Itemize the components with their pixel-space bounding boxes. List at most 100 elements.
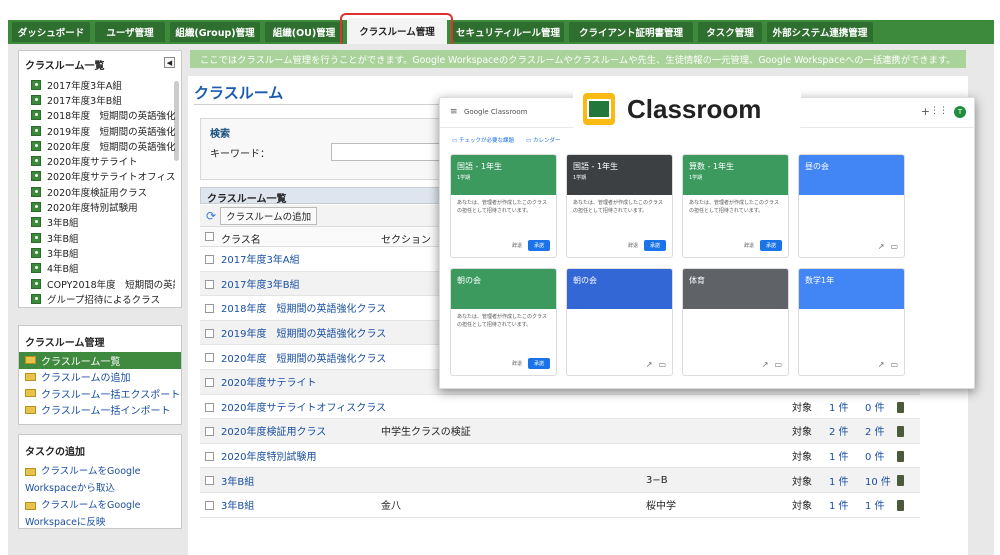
select-all-checkbox[interactable] [205, 232, 214, 241]
sidebar-class-item[interactable]: 3年B組 [23, 245, 175, 260]
class-card[interactable]: 朝の会 ↗ ▭ [566, 268, 673, 376]
edit-icon[interactable] [897, 500, 904, 511]
class-name-link[interactable]: 2020年度 短期間の英語強化クラス [221, 350, 386, 365]
class-name-link[interactable]: 3年B組 [221, 497, 254, 512]
tab-client-certificates[interactable]: クライアント証明書管理 [569, 22, 693, 42]
class-card[interactable]: 国語 - 1年生 1学期 あなたは、管理者が作成したこのクラスの担任として招待されて… [450, 154, 557, 258]
class-name-link[interactable]: 2019年度 短期間の英語強化クラス [221, 325, 386, 340]
task-import-link-cont[interactable]: Workspaceから取込 [25, 480, 179, 497]
edit-icon[interactable] [897, 450, 904, 462]
row-checkbox[interactable] [205, 304, 214, 314]
apps-grid-icon[interactable]: ⋮⋮ [930, 106, 948, 116]
tab-external-systems[interactable]: 外部システム連携管理 [767, 22, 873, 42]
class-name-link[interactable]: 2020年度特別試験用 [221, 448, 316, 463]
class-name-link[interactable]: 2020年度検証用クラス [221, 423, 326, 438]
mgmt-item[interactable]: クラスルーム一括エクスポート [19, 385, 181, 402]
accept-button[interactable]: 承諾 [759, 240, 782, 251]
teacher-count-link[interactable]: 1 件 [829, 497, 849, 512]
trending-icon[interactable]: ↗ [762, 360, 769, 369]
teacher-count-link[interactable]: 2 件 [829, 423, 849, 438]
task-export-link-cont[interactable]: Workspaceに反映 [25, 514, 179, 531]
col-name-header[interactable]: クラス名 [221, 231, 261, 246]
student-count-link[interactable]: 0 件 [865, 448, 885, 463]
tab-user-management[interactable]: ユーザ管理 [95, 22, 165, 42]
mgmt-item[interactable]: クラスルーム一括インポート [19, 402, 181, 419]
folder-icon[interactable]: ▭ [890, 360, 898, 369]
tab-dashboard[interactable]: ダッシュボード [12, 22, 90, 42]
accept-button[interactable]: 承諾 [527, 240, 550, 251]
todo-link[interactable]: ▭ チェックが必要な課題 [452, 136, 514, 144]
sidebar-class-item[interactable]: 3年B組 [23, 230, 175, 245]
tab-ou-management[interactable]: 組織(OU)管理 [265, 22, 343, 42]
table-row[interactable]: 3年B組 金八 桜中学 対象 1 件 1 件 [200, 493, 920, 518]
student-count-link[interactable]: 1 件 [865, 497, 885, 512]
trending-icon[interactable]: ↗ [878, 242, 885, 251]
calendar-link[interactable]: ▭ カレンダー [526, 136, 560, 144]
class-card[interactable]: 体育 ↗ ▭ [682, 268, 789, 376]
class-name-link[interactable]: 2018年度 短期間の英語強化クラス [221, 300, 386, 315]
tab-security-rules[interactable]: セキュリティルール管理 [452, 22, 564, 42]
sidebar-class-item[interactable]: 2020年度特別試験用 [23, 199, 175, 214]
class-name-link[interactable]: 2020年度サテライトオフィスクラス [221, 399, 386, 414]
col-section-header[interactable]: セクション [381, 231, 431, 246]
sidebar-class-item[interactable]: 3年B組 [23, 215, 175, 230]
class-name-link[interactable]: 2020年度サテライト [221, 374, 316, 389]
class-card[interactable]: 朝の会 あなたは、管理者が作成したこのクラスの担任として招待されています。 辞退 承諾 [450, 268, 557, 376]
decline-button[interactable]: 辞退 [512, 360, 522, 367]
sidebar-class-item[interactable]: 2017年度3年A組 [23, 77, 175, 92]
class-card-title[interactable]: 数学1年 [805, 275, 898, 286]
sidebar-class-item[interactable]: 2020年度サテライトオフィスクラ [23, 169, 175, 184]
edit-icon[interactable] [897, 401, 904, 413]
sidebar-class-item[interactable]: 2018年度 短期間の英語強化ク [23, 108, 175, 123]
class-name-link[interactable]: 2017年度3年A組 [221, 251, 300, 266]
mgmt-item[interactable]: クラスルームの追加 [19, 369, 181, 386]
decline-button[interactable]: 辞退 [512, 242, 522, 249]
class-card[interactable]: 算数 - 1年生 1学期 あなたは、管理者が作成したこのクラスの担任として招待されて… [682, 154, 789, 258]
accept-button[interactable]: 承諾 [643, 240, 666, 251]
task-export-link[interactable]: クラスルームをGoogle [25, 497, 179, 514]
sidebar-class-item[interactable]: グループ招待によるクラス [23, 291, 175, 306]
row-checkbox[interactable] [205, 451, 214, 461]
class-card-title[interactable]: 昼の会 [805, 161, 898, 172]
row-checkbox[interactable] [205, 279, 214, 289]
row-checkbox[interactable] [205, 328, 214, 338]
collapse-icon[interactable]: ◀ [164, 57, 175, 68]
table-row[interactable]: 2020年度特別試験用 対象 1 件 0 件 [200, 444, 920, 469]
accept-button[interactable]: 承諾 [527, 358, 550, 369]
trending-icon[interactable]: ↗ [878, 360, 885, 369]
row-checkbox[interactable] [205, 255, 214, 264]
student-count-link[interactable]: 0 件 [865, 399, 885, 414]
table-row[interactable]: 3年B組 3−B 対象 1 件 10 件 [200, 468, 920, 493]
sidebar-class-item[interactable]: COPY2018年度 短期間の英語強 [23, 276, 175, 291]
folder-icon[interactable]: ▭ [774, 360, 782, 369]
row-checkbox[interactable] [205, 427, 214, 437]
student-count-link[interactable]: 10 件 [865, 473, 891, 488]
row-checkbox[interactable] [205, 353, 214, 363]
sidebar-class-item[interactable]: 4年B組 [23, 261, 175, 276]
row-checkbox[interactable] [205, 476, 214, 486]
folder-icon[interactable]: ▭ [890, 242, 898, 251]
decline-button[interactable]: 辞退 [628, 242, 638, 249]
sidebar-class-item[interactable]: 2020年度サテライト [23, 153, 175, 168]
task-import-link[interactable]: クラスルームをGoogle [25, 463, 179, 480]
tab-task-management[interactable]: タスク管理 [698, 22, 762, 42]
add-classroom-button[interactable]: クラスルームの追加 [220, 206, 318, 225]
class-card[interactable]: 昼の会 ↗ ▭ [798, 154, 905, 258]
sidebar-class-item[interactable]: 2020年度検証用クラス [23, 184, 175, 199]
menu-icon[interactable]: ≡ [450, 107, 458, 117]
mgmt-item[interactable]: クラスルーム一覧 [19, 352, 181, 369]
class-name-link[interactable]: 3年B組 [221, 473, 254, 488]
teacher-count-link[interactable]: 1 件 [829, 399, 849, 414]
sidebar-class-item[interactable]: 2019年度 短期間の英語強化ク [23, 123, 175, 138]
class-card-title[interactable]: 朝の会 [457, 275, 550, 286]
refresh-icon[interactable]: ⟳ [206, 209, 216, 223]
student-count-link[interactable]: 2 件 [865, 423, 885, 438]
sidebar-class-item[interactable]: 2017年度3年B組 [23, 92, 175, 107]
edit-icon[interactable] [897, 426, 904, 438]
sidebar-class-item[interactable]: 2020年度 短期間の英語強化ク [23, 138, 175, 153]
row-checkbox[interactable] [205, 501, 214, 510]
teacher-count-link[interactable]: 1 件 [829, 448, 849, 463]
edit-icon[interactable] [897, 475, 904, 487]
keyword-input[interactable] [331, 143, 451, 161]
class-card-title[interactable]: 国語 - 1年生 [573, 161, 666, 172]
